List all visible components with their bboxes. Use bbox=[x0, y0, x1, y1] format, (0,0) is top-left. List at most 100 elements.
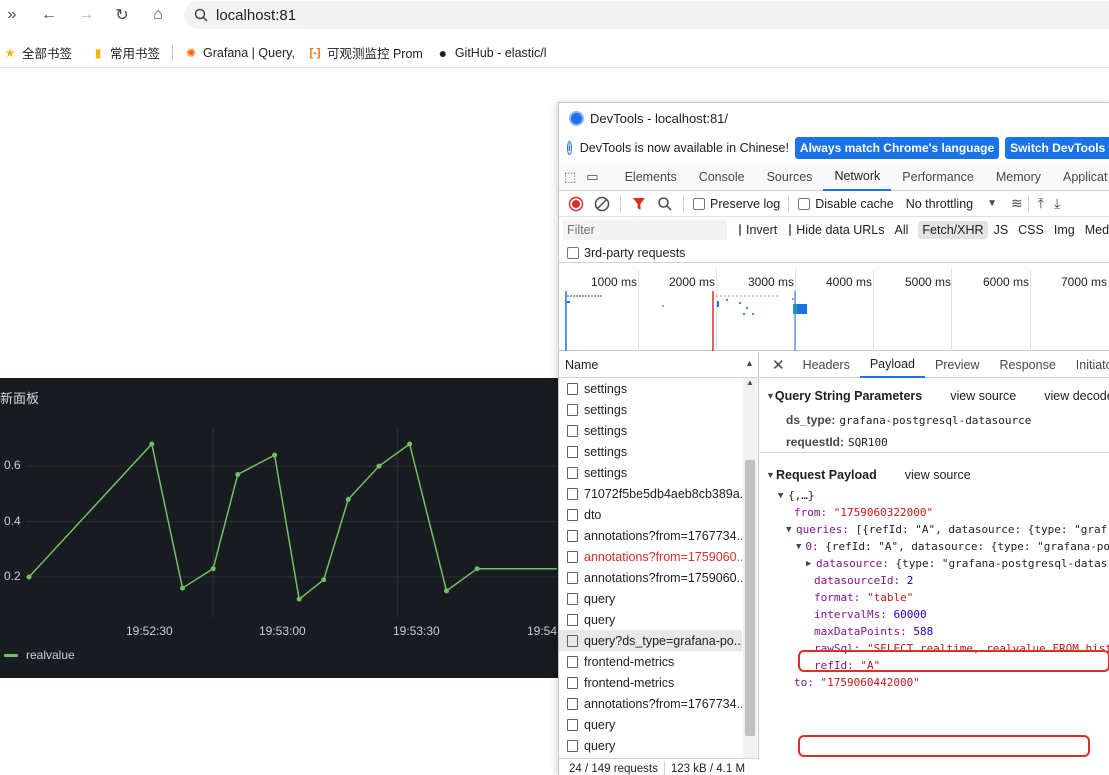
third-party-checkbox[interactable] bbox=[567, 246, 579, 259]
filter-type-css[interactable]: CSS bbox=[1014, 221, 1048, 239]
invert-checkbox[interactable] bbox=[739, 224, 741, 236]
request-rows: settings settings settings settings settings… bbox=[559, 378, 758, 756]
request-row[interactable]: 71072f5be5db4aeb8cb389a... bbox=[559, 483, 742, 504]
tab-payload[interactable]: Payload bbox=[859, 352, 926, 378]
match-language-button[interactable]: Always match Chrome's language bbox=[794, 137, 1000, 159]
device-toolbar-icon[interactable]: ▭ bbox=[586, 169, 598, 185]
view-decoded-link[interactable]: view decoded bbox=[1044, 389, 1109, 403]
address-bar[interactable]: localhost:81 bbox=[184, 1, 1109, 29]
search-icon[interactable] bbox=[657, 196, 673, 212]
bookmark-prom[interactable]: [-] 可观测监控 Prom bbox=[307, 43, 422, 62]
view-source-link[interactable]: view source bbox=[950, 389, 1016, 403]
query-string-heading[interactable]: ▼ Query String Parameters view source vi… bbox=[760, 386, 1109, 406]
request-row[interactable]: annotations?from=1759060... bbox=[559, 546, 742, 567]
network-conditions-icon[interactable]: ≋ bbox=[1011, 195, 1023, 212]
tab-sources[interactable]: Sources bbox=[756, 163, 824, 191]
tree-root[interactable]: ▼ {,…} bbox=[778, 487, 1109, 504]
upload-icon[interactable]: ⤒ bbox=[1038, 195, 1044, 212]
view-source-link[interactable]: view source bbox=[905, 468, 971, 482]
tree-row-datasource[interactable]: ▶ datasource: {type: "grafana-postgresql-… bbox=[778, 555, 1109, 572]
data-point[interactable] bbox=[149, 441, 155, 447]
bookmark-grafana[interactable]: ✺ Grafana | Query, bbox=[183, 45, 295, 61]
clear-icon[interactable] bbox=[594, 196, 610, 212]
request-row[interactable]: annotations?from=1759060... bbox=[559, 567, 742, 588]
devtools-logo-icon bbox=[569, 110, 584, 126]
filter-type-js[interactable]: JS bbox=[990, 221, 1013, 239]
tab-memory[interactable]: Memory bbox=[985, 163, 1052, 191]
bookmark-all[interactable]: ★ 全部书签 bbox=[2, 43, 72, 62]
data-point[interactable] bbox=[235, 471, 241, 477]
tab-elements[interactable]: Elements bbox=[614, 163, 688, 191]
filter-funnel-icon[interactable] bbox=[631, 196, 647, 212]
data-point[interactable] bbox=[376, 463, 382, 469]
sort-up-icon[interactable]: ▲ bbox=[745, 358, 754, 368]
data-point[interactable] bbox=[474, 566, 480, 572]
home-icon[interactable]: ⌂ bbox=[146, 3, 170, 27]
tab-application[interactable]: Applicat bbox=[1052, 163, 1109, 191]
request-row[interactable]: settings bbox=[559, 462, 742, 483]
data-point[interactable] bbox=[179, 585, 185, 591]
data-point[interactable] bbox=[26, 574, 32, 580]
record-stop-icon[interactable] bbox=[568, 196, 584, 212]
expand-tabs-icon[interactable]: » bbox=[0, 3, 24, 27]
filter-type-media[interactable]: Medi bbox=[1081, 221, 1109, 239]
request-row[interactable]: query bbox=[559, 609, 742, 630]
request-row[interactable]: annotations?from=1767734... bbox=[559, 525, 742, 546]
devtools-window: DevTools - localhost:81/ i DevTools is n… bbox=[558, 102, 1109, 775]
request-row[interactable]: query bbox=[559, 588, 742, 609]
throttling-select[interactable]: No throttling bbox=[906, 197, 973, 211]
request-row[interactable]: settings bbox=[559, 420, 742, 441]
scroll-up-icon[interactable]: ▲ bbox=[746, 378, 754, 387]
request-name: 71072f5be5db4aeb8cb389a... bbox=[584, 486, 742, 501]
request-row[interactable]: query?ds_type=grafana-po... bbox=[559, 630, 742, 651]
data-point[interactable] bbox=[296, 596, 302, 602]
request-row[interactable]: settings bbox=[559, 441, 742, 462]
back-arrow-icon[interactable]: ← bbox=[37, 3, 61, 27]
tab-initiator[interactable]: Initiator bbox=[1066, 352, 1109, 378]
download-icon[interactable]: ⤓ bbox=[1054, 195, 1060, 212]
reload-icon[interactable]: ↻ bbox=[110, 3, 134, 27]
data-point[interactable] bbox=[407, 441, 413, 447]
request-row[interactable]: settings bbox=[559, 399, 742, 420]
filter-type-all[interactable]: All bbox=[891, 221, 913, 239]
request-list-scrollbar[interactable]: ▲ ▼ bbox=[743, 378, 757, 775]
bookmark-github[interactable]: ● GitHub - elastic/l bbox=[435, 45, 547, 61]
filter-type-fetch-xhr[interactable]: Fetch/XHR bbox=[918, 221, 988, 239]
network-overview[interactable]: 1000 ms 2000 ms 3000 ms 4000 ms 5000 ms … bbox=[559, 269, 1109, 351]
request-row[interactable]: settings bbox=[559, 378, 742, 399]
tab-response[interactable]: Response bbox=[989, 352, 1065, 378]
data-point[interactable] bbox=[345, 496, 351, 502]
tab-console[interactable]: Console bbox=[688, 163, 756, 191]
forward-arrow-icon[interactable]: → bbox=[74, 3, 98, 27]
inspect-element-icon[interactable]: ⬚ bbox=[564, 169, 576, 185]
request-row[interactable]: frontend-metrics bbox=[559, 651, 742, 672]
request-row[interactable]: annotations?from=1767734... bbox=[559, 693, 742, 714]
data-point[interactable] bbox=[272, 452, 278, 458]
name-column-header[interactable]: Name ▲ bbox=[559, 352, 758, 378]
chart-legend[interactable]: realvalue bbox=[4, 648, 75, 662]
tab-preview[interactable]: Preview bbox=[925, 352, 989, 378]
request-row[interactable]: dto bbox=[559, 504, 742, 525]
filter-input[interactable] bbox=[563, 220, 727, 240]
request-row[interactable]: frontend-metrics bbox=[559, 672, 742, 693]
hide-data-urls-checkbox[interactable] bbox=[789, 224, 792, 236]
bookmark-common[interactable]: ▮ 常用书签 bbox=[90, 43, 160, 62]
request-payload-heading[interactable]: ▼ Request Payload view source bbox=[760, 465, 1109, 485]
request-row[interactable]: query bbox=[559, 714, 742, 735]
tab-headers[interactable]: Headers bbox=[793, 352, 860, 378]
tab-network[interactable]: Network bbox=[823, 163, 892, 191]
request-row[interactable]: query bbox=[559, 735, 742, 756]
close-icon[interactable]: ✕ bbox=[760, 356, 793, 374]
tree-row-queries[interactable]: ▼ queries: [{refId: "A", datasource: {typ… bbox=[778, 521, 1109, 538]
tab-performance[interactable]: Performance bbox=[891, 163, 985, 191]
chevron-down-icon[interactable]: ▼ bbox=[987, 198, 997, 209]
preserve-log-checkbox[interactable] bbox=[693, 197, 705, 210]
tree-row-query-0[interactable]: ▼ 0: {refId: "A", datasource: {type: "gra… bbox=[778, 538, 1109, 555]
data-point[interactable] bbox=[321, 577, 327, 583]
switch-language-button[interactable]: Switch DevTools to Ch bbox=[1005, 137, 1109, 159]
data-point[interactable] bbox=[210, 566, 216, 572]
disable-cache-checkbox[interactable] bbox=[798, 197, 811, 210]
filter-type-img[interactable]: Img bbox=[1050, 221, 1079, 239]
scrollbar-thumb[interactable] bbox=[745, 460, 755, 736]
data-point[interactable] bbox=[443, 588, 449, 594]
